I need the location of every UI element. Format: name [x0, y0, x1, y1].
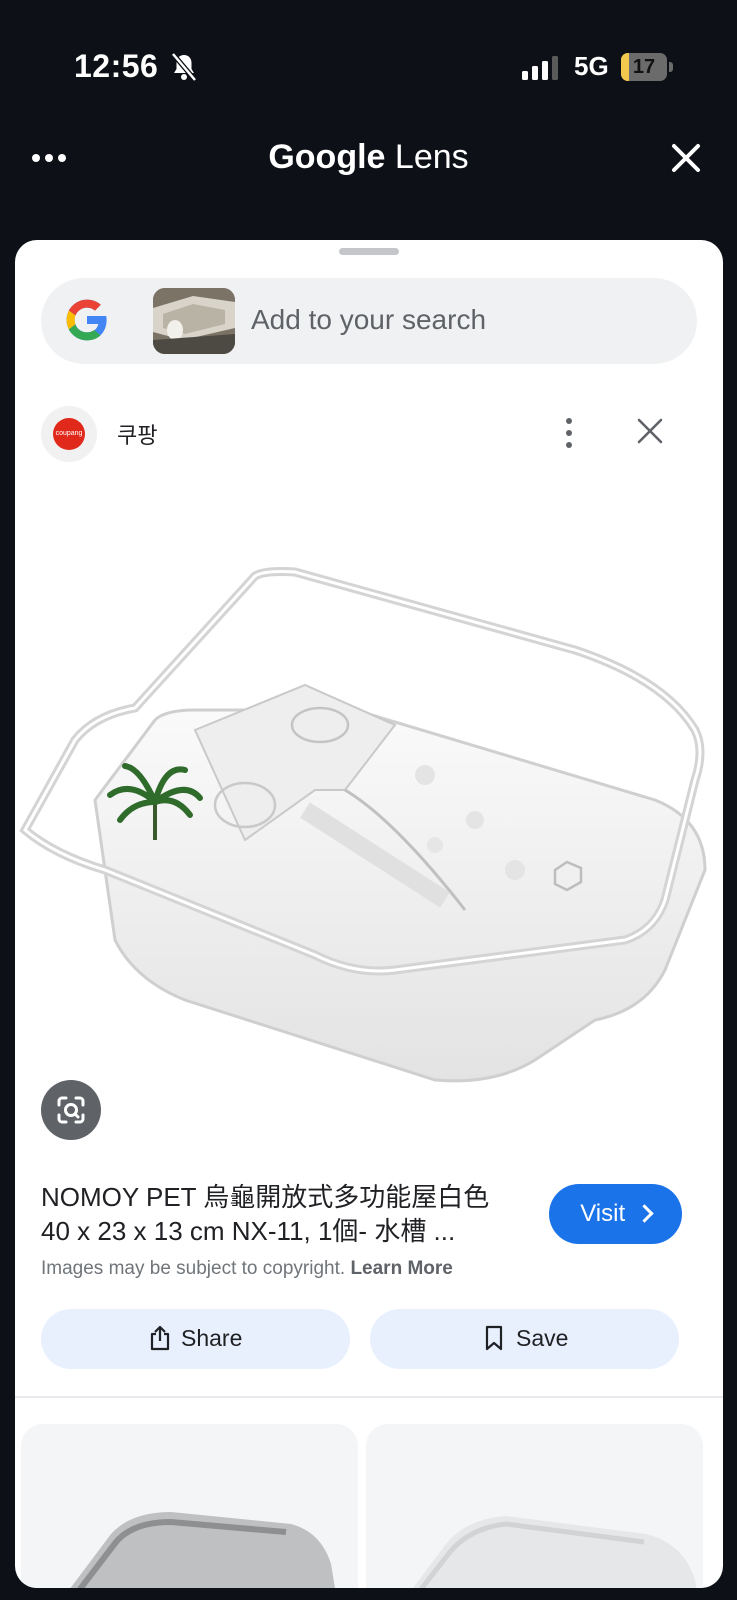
battery-indicator: 17: [621, 53, 673, 81]
source-row: coupang 쿠팡: [41, 406, 697, 466]
product-title[interactable]: NOMOY PET 烏龜開放式多功能屋白色 40 x 23 x 13 cm NX…: [41, 1180, 511, 1248]
network-type: 5G: [574, 51, 609, 81]
status-time: 12:56: [74, 48, 159, 84]
learn-more-link[interactable]: Learn More: [350, 1258, 452, 1279]
bell-slash-icon: [171, 52, 197, 82]
close-result-icon[interactable]: [635, 416, 665, 446]
source-name[interactable]: 쿠팡: [117, 418, 157, 450]
title-lens: Lens: [394, 138, 469, 176]
lens-search-icon: [57, 1096, 85, 1124]
more-vertical-icon[interactable]: [563, 418, 575, 448]
visit-button[interactable]: Visit: [549, 1184, 682, 1244]
chevron-right-icon: [635, 1204, 654, 1223]
share-icon: [150, 1325, 170, 1351]
visit-label: Visit: [580, 1200, 626, 1227]
query-image-thumbnail[interactable]: [153, 288, 235, 354]
title-google: Google: [268, 138, 386, 176]
save-label: Save: [516, 1325, 569, 1351]
copyright-notice: Images may be subject to copyright. Lear…: [41, 1258, 453, 1280]
product-title-line1: NOMOY PET 烏龜開放式多功能屋白色: [41, 1182, 490, 1212]
status-bar: 12:56 5G 17: [0, 0, 737, 130]
signal-icon: [522, 56, 558, 80]
result-sheet: Add to your search coupang 쿠팡 NOMOY PET …: [15, 240, 723, 1588]
copyright-text: Images may be subject to copyright.: [41, 1258, 346, 1279]
lens-header: Google Lens: [0, 130, 737, 230]
search-bar[interactable]: Add to your search: [41, 278, 697, 364]
drag-handle[interactable]: [339, 248, 399, 255]
lens-search-button[interactable]: [41, 1080, 101, 1140]
divider: [15, 1396, 723, 1398]
save-button[interactable]: Save: [370, 1309, 679, 1369]
share-button[interactable]: Share: [41, 1309, 350, 1369]
close-icon[interactable]: [668, 140, 704, 176]
app-title: Google Lens: [0, 138, 737, 177]
bookmark-icon: [485, 1325, 503, 1351]
related-result-card[interactable]: [21, 1424, 358, 1588]
source-logo: coupang: [41, 406, 97, 462]
google-g-icon: [66, 299, 107, 341]
search-input[interactable]: Add to your search: [251, 304, 486, 336]
battery-level: 17: [632, 56, 656, 78]
product-title-line2: 40 x 23 x 13 cm NX-11, 1個- 水槽 ...: [41, 1216, 456, 1246]
product-image[interactable]: [15, 540, 723, 1100]
share-label: Share: [181, 1325, 243, 1351]
related-result-card[interactable]: [366, 1424, 703, 1588]
